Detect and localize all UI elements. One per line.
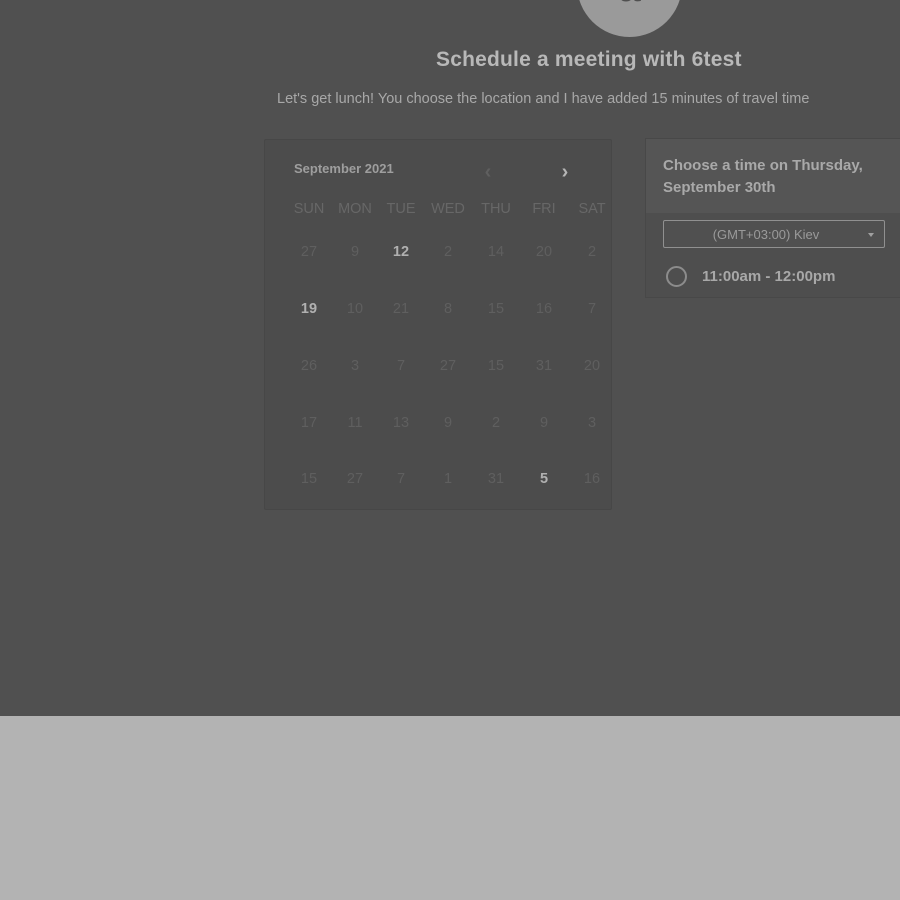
calendar-day: 15: [487, 301, 505, 317]
chevron-right-icon[interactable]: ›: [555, 161, 575, 183]
weekday-header: SAT: [578, 201, 606, 217]
calendar-day-available[interactable]: 5: [540, 471, 548, 487]
calendar-day: 7: [396, 471, 406, 487]
time-panel-heading: Choose a time on Thursday, September 30t…: [663, 157, 863, 196]
calendar-day: 10: [346, 301, 364, 317]
calendar-day-available[interactable]: 19: [301, 301, 317, 317]
timezone-value: (GMT+03:00) Kiev: [712, 227, 820, 242]
scheduler-overlay: a Schedule a meeting with 6test Let's ge…: [0, 0, 900, 716]
calendar-day: 2: [491, 415, 501, 431]
calendar-day: 9: [350, 244, 360, 260]
calendar-day: 31: [487, 471, 505, 487]
calendar-day-available[interactable]: 12: [393, 244, 409, 260]
calendar-day: 27: [300, 244, 318, 260]
calendar-day: 20: [583, 358, 601, 374]
calendar-day: 27: [346, 471, 364, 487]
calendar-day: 16: [535, 301, 553, 317]
calendar-day: 3: [350, 358, 360, 374]
radio-button[interactable]: [666, 265, 687, 287]
page-title: Schedule a meeting with 6test: [436, 48, 742, 71]
weekday-header: MON: [338, 201, 372, 217]
timezone-select[interactable]: (GMT+03:00) Kiev: [663, 220, 885, 248]
time-panel: Choose a time on Thursday, September 30t…: [645, 138, 900, 298]
weekday-header: WED: [431, 201, 465, 217]
weekday-header: TUE: [386, 201, 416, 217]
meeting-description: Let's get lunch! You choose the location…: [277, 91, 810, 107]
calendar-day: 13: [392, 415, 410, 431]
calendar-day: 11: [347, 415, 363, 431]
weekday-header: SUN: [293, 201, 325, 217]
calendar-day: 7: [396, 358, 406, 374]
calendar-day: 2: [587, 244, 597, 260]
time-slot-label: 11:00am - 12:00pm: [702, 267, 836, 285]
calendar-day: 27: [439, 358, 457, 374]
avatar-letter: a: [618, 0, 640, 8]
chevron-left-icon[interactable]: ‹: [478, 161, 498, 183]
calendar-day: 20: [535, 244, 553, 260]
calendar-day: 17: [300, 415, 318, 431]
calendar-day: 26: [300, 358, 318, 374]
calendar-day: 2: [443, 244, 453, 260]
weekday-header: THU: [481, 201, 511, 217]
avatar: a: [577, 0, 682, 37]
calendar-day: 7: [587, 301, 597, 317]
calendar: September 2021 ‹ › SUN MON TUE WED THU FRI SAT…: [264, 139, 612, 510]
time-slot[interactable]: 11:00am - 12:00pm: [666, 263, 835, 289]
calendar-day: 8: [443, 301, 453, 317]
caret-down-icon: [868, 233, 874, 237]
time-panel-header: Choose a time on Thursday, September 30t…: [646, 139, 900, 213]
calendar-day: 9: [539, 415, 549, 431]
calendar-day: 3: [587, 415, 597, 431]
calendar-day: 1: [443, 471, 453, 487]
month-label: September 2021: [294, 161, 394, 176]
calendar-day: 9: [443, 415, 453, 431]
calendar-day: 16: [583, 471, 601, 487]
calendar-day: 15: [300, 471, 318, 487]
calendar-day: 14: [487, 244, 505, 260]
calendar-day: 31: [535, 358, 553, 374]
weekday-header: FRI: [532, 201, 556, 217]
calendar-day: 21: [392, 301, 410, 317]
calendar-day: 15: [487, 358, 505, 374]
